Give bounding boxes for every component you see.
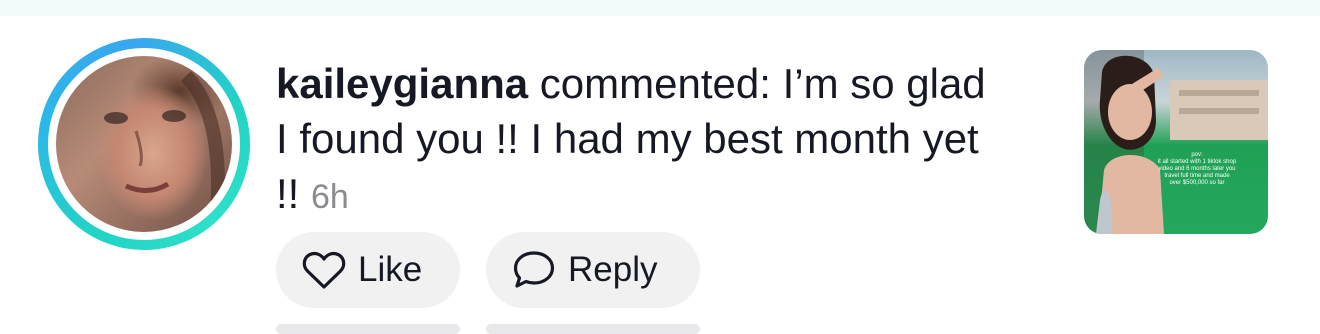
like-label: Like bbox=[358, 250, 423, 289]
video-thumbnail[interactable]: pov: it all started with 1 tiktok shop v… bbox=[1084, 50, 1268, 234]
thumbnail-scene-illustration bbox=[1084, 50, 1268, 234]
comment-action: commented: bbox=[539, 60, 771, 107]
reply-label: Reply bbox=[568, 250, 658, 289]
overlay-line: travel full time and made bbox=[1164, 173, 1230, 179]
avatar-face-illustration bbox=[104, 71, 225, 227]
thumbnail-overlay-text: pov: it all started with 1 tiktok shop v… bbox=[1144, 152, 1250, 187]
overlay-line: video and 6 months later you bbox=[1158, 166, 1236, 172]
speech-bubble-icon bbox=[513, 251, 555, 288]
like-button[interactable]: Like bbox=[276, 232, 460, 308]
avatar-border bbox=[48, 48, 240, 240]
next-row-placeholder bbox=[486, 324, 700, 334]
overlay-line: it all started with 1 tiktok shop bbox=[1157, 159, 1237, 165]
comment-text-block: kaileygianna commented: I’m so glad I fo… bbox=[276, 56, 996, 225]
avatar-photo bbox=[56, 56, 232, 232]
comment-timestamp: 6h bbox=[311, 178, 349, 216]
overlay-line: pov: bbox=[1191, 152, 1203, 158]
top-strip bbox=[0, 0, 1320, 16]
overlay-line: over $500,000 so far bbox=[1169, 180, 1225, 186]
next-row-placeholder bbox=[276, 324, 460, 334]
heart-outline-icon bbox=[302, 251, 346, 289]
avatar[interactable] bbox=[38, 38, 250, 250]
reply-button[interactable]: Reply bbox=[486, 232, 700, 308]
comment-username[interactable]: kaileygianna bbox=[276, 60, 528, 107]
